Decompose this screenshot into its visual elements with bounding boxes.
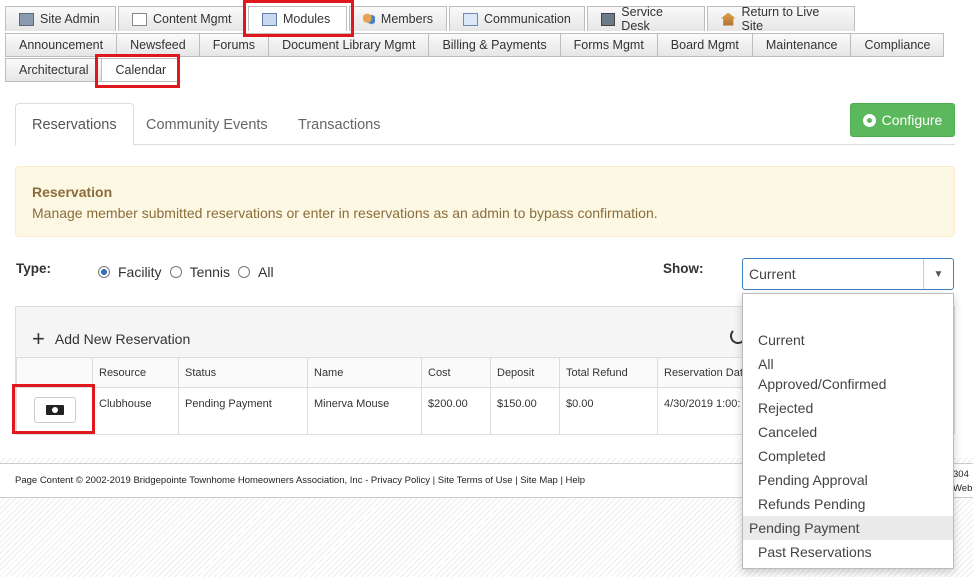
top-navigation: Site Admin Content Mgmt Modules Members … bbox=[0, 0, 973, 88]
tab-return-live-site[interactable]: Return to Live Site bbox=[707, 5, 855, 33]
alert-title: Reservation bbox=[32, 184, 113, 200]
dropdown-option[interactable]: Current bbox=[743, 330, 953, 350]
configure-label: Configure bbox=[881, 112, 943, 128]
column-header[interactable]: Status bbox=[178, 357, 308, 388]
dropdown-option[interactable]: Completed bbox=[743, 446, 953, 466]
tab-board-mgmt[interactable]: Board Mgmt bbox=[656, 33, 753, 57]
radio-label-tennis: Tennis bbox=[189, 264, 231, 280]
tab-label: Members bbox=[380, 12, 433, 26]
tab-modules[interactable]: Modules bbox=[248, 6, 347, 31]
modules-icon bbox=[262, 12, 277, 26]
radio-label-all: All bbox=[258, 264, 274, 280]
members-icon bbox=[363, 12, 375, 26]
show-label: Show: bbox=[663, 261, 704, 276]
footer-text: Page Content © 2002-2019 Bridgepointe To… bbox=[15, 475, 586, 486]
service-desk-icon bbox=[601, 12, 616, 26]
table-cell: Minerva Mouse bbox=[307, 387, 422, 435]
tab-transactions[interactable]: Transactions bbox=[282, 103, 396, 146]
dropdown-option[interactable]: Refunds Pending bbox=[743, 494, 953, 514]
tab-calendar[interactable]: Calendar bbox=[101, 58, 181, 82]
radio-label-facility: Facility bbox=[118, 264, 162, 280]
dropdown-option[interactable]: Approved/Confirmed bbox=[743, 374, 953, 394]
type-radio-group: Facility Tennis All bbox=[98, 264, 282, 280]
table-row: Clubhouse Pending Payment Minerva Mouse … bbox=[16, 387, 758, 435]
table-cell: $200.00 bbox=[421, 387, 491, 435]
dropdown-option[interactable]: Canceled bbox=[743, 422, 953, 442]
main-tab-row: Site Admin Content Mgmt Modules Members … bbox=[5, 5, 857, 33]
column-header[interactable]: Deposit bbox=[490, 357, 560, 388]
column-header[interactable]: Cost bbox=[421, 357, 491, 388]
plus-icon: + bbox=[32, 326, 45, 351]
alert-text: Manage member submitted reservations or … bbox=[32, 205, 658, 221]
view-payment-button[interactable] bbox=[33, 397, 76, 423]
tab-newsfeed[interactable]: Newsfeed bbox=[116, 33, 200, 57]
dropdown-option-highlighted[interactable]: Pending Payment bbox=[743, 516, 953, 540]
dropdown-option[interactable]: Past Reservations bbox=[743, 542, 953, 562]
tab-reservations[interactable]: Reservations bbox=[15, 103, 134, 146]
tab-label: Communication bbox=[484, 12, 571, 26]
tab-label: Service Desk bbox=[621, 5, 663, 33]
table-header-row: Resource Status Name Cost Deposit Total … bbox=[16, 357, 758, 388]
show-dropdown-list: Current All Approved/Confirmed Rejected … bbox=[742, 293, 954, 569]
footer-right-text: Web bbox=[953, 483, 973, 494]
module-tab-row-2: Architectural Calendar bbox=[5, 58, 181, 82]
footer-right-text: 304 bbox=[953, 469, 969, 480]
add-reservation-label: Add New Reservation bbox=[54, 331, 191, 347]
module-tab-row: Announcement Newsfeed Forums Document Li… bbox=[5, 33, 945, 57]
add-reservation-button[interactable]: + Add New Reservation bbox=[32, 326, 191, 351]
tab-label: Return to Live Site bbox=[741, 5, 820, 33]
radio-tennis[interactable] bbox=[169, 266, 182, 278]
tab-service-desk[interactable]: Service Desk bbox=[587, 5, 705, 33]
tab-compliance[interactable]: Compliance bbox=[850, 33, 945, 57]
gear-icon bbox=[862, 113, 876, 127]
tab-billing-payments[interactable]: Billing & Payments bbox=[428, 33, 561, 57]
table-cell: $150.00 bbox=[490, 387, 560, 435]
show-select[interactable]: Current ▼ bbox=[742, 258, 954, 290]
radio-all[interactable] bbox=[238, 266, 251, 278]
sub-tabs: Reservations Community Events Transactio… bbox=[15, 103, 955, 146]
content-icon bbox=[132, 12, 147, 26]
radio-facility[interactable] bbox=[98, 266, 110, 278]
reservation-table: Resource Status Name Cost Deposit Total … bbox=[16, 357, 758, 435]
tab-community-events[interactable]: Community Events bbox=[130, 103, 284, 146]
column-header[interactable]: Name bbox=[307, 357, 422, 388]
type-label: Type: bbox=[16, 261, 52, 276]
tab-architectural[interactable]: Architectural bbox=[5, 58, 103, 82]
tab-communication[interactable]: Communication bbox=[449, 6, 585, 31]
column-header[interactable]: Total Refund bbox=[559, 357, 658, 388]
communication-icon bbox=[463, 12, 478, 26]
dropdown-option[interactable]: Rejected bbox=[743, 398, 953, 418]
table-cell bbox=[16, 387, 93, 435]
show-select-value: Current bbox=[749, 266, 796, 282]
site-admin-icon bbox=[19, 12, 34, 26]
tab-announcement[interactable]: Announcement bbox=[5, 33, 118, 57]
tab-maintenance[interactable]: Maintenance bbox=[751, 33, 852, 57]
tab-forms-mgmt[interactable]: Forms Mgmt bbox=[559, 33, 658, 57]
tab-site-admin[interactable]: Site Admin bbox=[5, 6, 116, 31]
table-cell: $0.00 bbox=[559, 387, 658, 435]
table-cell: Pending Payment bbox=[178, 387, 308, 435]
column-header[interactable]: Resource bbox=[92, 357, 179, 388]
chevron-down-icon[interactable]: ▼ bbox=[923, 259, 953, 289]
tab-forums[interactable]: Forums bbox=[198, 33, 270, 57]
dropdown-option[interactable]: Pending Approval bbox=[743, 470, 953, 490]
tab-content-mgmt[interactable]: Content Mgmt bbox=[118, 6, 246, 31]
money-icon bbox=[45, 405, 64, 415]
tab-label: Content Mgmt bbox=[153, 12, 232, 26]
table-cell: Clubhouse bbox=[92, 387, 179, 435]
dropdown-option[interactable]: All bbox=[743, 354, 953, 374]
info-alert: Reservation Manage member submitted rese… bbox=[15, 166, 955, 237]
home-icon bbox=[721, 12, 736, 26]
configure-button[interactable]: Configure bbox=[850, 103, 955, 137]
tab-label: Modules bbox=[283, 12, 331, 26]
tab-members[interactable]: Members bbox=[349, 6, 447, 31]
tab-document-library[interactable]: Document Library Mgmt bbox=[268, 33, 430, 57]
tab-label: Site Admin bbox=[40, 12, 100, 26]
column-header bbox=[16, 357, 93, 388]
